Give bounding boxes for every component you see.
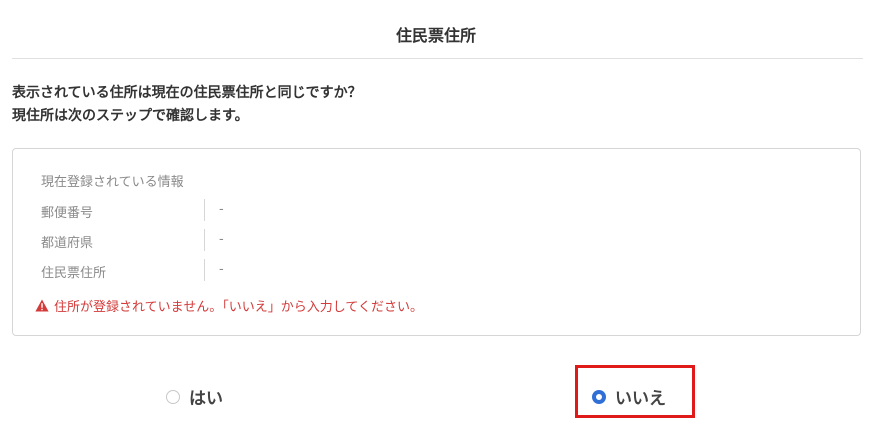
page-title: 住民票住所: [395, 26, 476, 45]
postal-code-value: -: [219, 202, 224, 217]
row-separator: [204, 259, 205, 281]
title-divider: [12, 58, 863, 59]
warning-message: 住所が登録されていません。「いいえ」から入力してください。: [54, 300, 423, 315]
registered-info-panel: 現在登録されている情報 郵便番号 - 都道府県 - 住民票住所 - 住所が登録さ…: [12, 148, 861, 336]
question-line-2: 現住所は次のステップで確認します。: [12, 108, 249, 124]
resident-address-value: -: [219, 262, 224, 277]
row-separator: [204, 199, 205, 221]
postal-code-label: 郵便番号: [41, 206, 94, 221]
registered-info-heading: 現在登録されている情報: [41, 175, 184, 190]
address-warning: 住所が登録されていません。「いいえ」から入力してください。: [35, 296, 423, 315]
resident-address-label: 住民票住所: [41, 266, 107, 281]
warning-triangle-icon: [35, 299, 49, 312]
yes-radio-button[interactable]: [166, 389, 180, 404]
yes-label[interactable]: はい: [189, 384, 223, 409]
option-yes[interactable]: はい: [166, 384, 223, 409]
prefecture-value: -: [219, 232, 224, 247]
address-question: 表示されている住所は現在の住民票住所と同じですか？ 現住所は次のステップで確認し…: [12, 82, 862, 128]
question-line-1: 表示されている住所は現在の住民票住所と同じですか？: [12, 85, 362, 101]
prefecture-label: 都道府県: [41, 236, 94, 251]
selection-highlight-box: [575, 365, 695, 418]
row-separator: [204, 229, 205, 251]
